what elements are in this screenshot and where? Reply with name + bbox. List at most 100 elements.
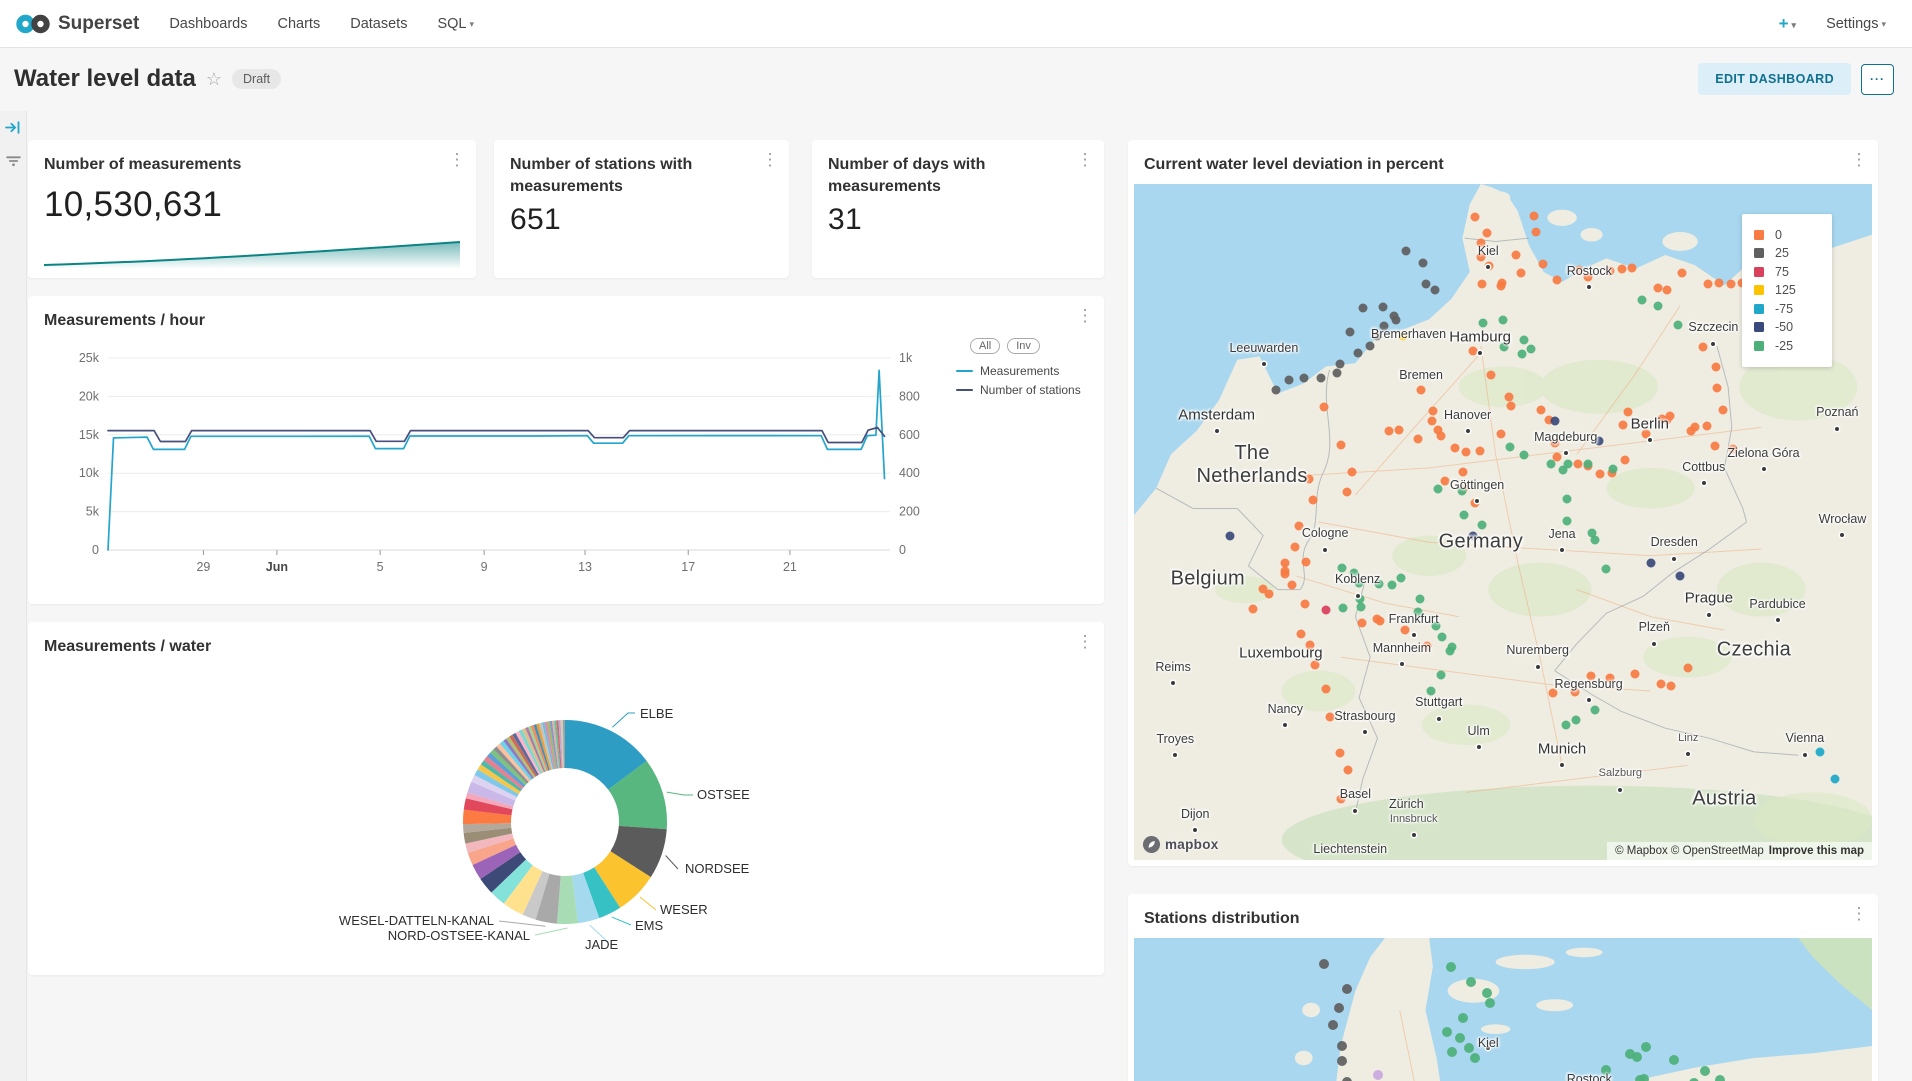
superset-logo[interactable]: Superset [16,13,139,35]
station-dot [1602,565,1611,574]
nav-dashboards[interactable]: Dashboards [169,16,247,32]
legend-inv-button[interactable]: Inv [1007,338,1040,354]
svg-text:NORD-OSTSEE-KANAL: NORD-OSTSEE-KANAL [388,928,530,943]
station-dot [1482,229,1491,238]
superset-infinity-icon [16,14,50,34]
station-dot [1355,579,1364,588]
kebab-menu-icon[interactable]: ⋮ [1074,151,1096,170]
nav-datasets[interactable]: Datasets [350,16,407,32]
nav-charts[interactable]: Charts [278,16,321,32]
city-marker-dot [1486,265,1490,269]
station-dot [1442,1027,1452,1037]
svg-text:WESEL-DATTELN-KANAL: WESEL-DATTELN-KANAL [339,913,494,928]
station-dot [1311,660,1320,669]
legend-item[interactable]: Measurements [956,364,1102,378]
svg-text:NORDSEE: NORDSEE [685,861,750,876]
station-dot [1583,272,1592,281]
station-dot [1422,641,1431,650]
station-dot [1478,280,1487,289]
station-dot [1414,608,1423,617]
station-dot [1632,1052,1642,1062]
card-title: Stations distribution [1128,894,1878,930]
card-measurements-per-hour: ⋮ Measurements / hour 005k20010k40015k60… [28,296,1104,604]
kebab-menu-icon[interactable]: ⋮ [1848,151,1870,170]
station-dot [1520,450,1529,459]
station-dot [1358,618,1367,627]
map-legend-item[interactable]: 75 [1754,264,1820,280]
station-dot [1416,595,1425,604]
filter-icon[interactable] [5,152,22,169]
settings-menu[interactable]: Settings▾ [1826,16,1886,32]
kebab-menu-icon[interactable]: ⋮ [759,151,781,170]
deviation-map-canvas[interactable]: GermanyCzechiaAustriaBelgiumThe Netherla… [1134,184,1872,860]
station-dot [1595,470,1604,479]
map-legend-item[interactable]: -75 [1754,301,1820,317]
city-marker-dot [1618,788,1622,792]
city-marker-dot [1477,745,1481,749]
edit-dashboard-button[interactable]: EDIT DASHBOARD [1698,63,1851,95]
map-legend-item[interactable]: 25 [1754,246,1820,262]
chevron-down-icon: ▾ [1881,19,1886,29]
improve-map-link[interactable]: Improve this map [1769,845,1864,857]
station-dot [1718,406,1727,415]
station-dot [1684,664,1693,673]
page-title: Water level data [14,65,196,93]
station-dot [1653,301,1662,310]
station-dot [1715,279,1724,288]
station-dot [1527,344,1536,353]
station-dot [1316,374,1325,383]
big-number-value: 31 [812,197,1104,237]
nav-sql[interactable]: SQL▾ [437,16,474,32]
station-dot [1699,343,1708,352]
station-dot [1562,494,1571,503]
kebab-menu-icon[interactable]: ⋮ [446,151,468,170]
station-dot [1384,426,1393,435]
kebab-menu-icon[interactable]: ⋮ [1848,905,1870,924]
station-dot [1459,510,1468,519]
station-dot [1666,412,1675,421]
station-dot [1570,688,1579,697]
city-marker-dot [1475,499,1479,503]
map-legend-item[interactable]: 125 [1754,283,1820,299]
station-dot [1516,268,1525,277]
city-marker-dot [1486,1046,1490,1050]
station-dot [1455,1033,1465,1043]
station-dot [1413,435,1422,444]
station-dot [1485,998,1495,1008]
station-dot [1326,713,1335,722]
city-marker-dot [1803,753,1807,757]
svg-text:5k: 5k [86,505,100,519]
city-marker-dot [1762,467,1766,471]
station-dot [1635,1075,1645,1081]
expand-filter-panel-icon[interactable] [5,119,22,136]
favorite-star-icon[interactable]: ☆ [206,69,222,90]
add-new-button[interactable]: +▾ [1779,14,1796,34]
legend-item[interactable]: Number of stations [956,383,1102,397]
station-dot [1436,670,1445,679]
station-dot [1587,671,1596,680]
big-number-value: 651 [494,197,789,237]
map-legend-item[interactable]: -50 [1754,320,1820,336]
city-marker-dot [1776,618,1780,622]
station-dot [1601,1065,1611,1075]
station-dot [1446,962,1456,972]
map-legend-item[interactable]: 0 [1754,227,1820,243]
stations-map-canvas[interactable]: KielRostockBremerhaven [1134,938,1872,1081]
station-dot [1657,679,1666,688]
station-dot [1458,486,1467,495]
station-dot [1328,1020,1338,1030]
dashboard-header: Water level data ☆ Draft EDIT DASHBOARD … [0,48,1912,110]
chevron-down-icon: ▾ [469,19,474,29]
station-dot [1462,448,1471,457]
legend-all-button[interactable]: All [970,338,1000,354]
station-dot [1339,603,1348,612]
station-dot [1417,386,1426,395]
mapbox-logo[interactable]: mapbox [1142,835,1219,854]
station-dot [1284,375,1293,384]
svg-text:10k: 10k [79,466,100,480]
city-marker-dot [1466,429,1470,433]
dashboard-menu-button[interactable]: ··· [1861,64,1894,95]
map-legend-item[interactable]: -25 [1754,338,1820,354]
station-dot [1700,1066,1710,1076]
station-dot [1571,716,1580,725]
